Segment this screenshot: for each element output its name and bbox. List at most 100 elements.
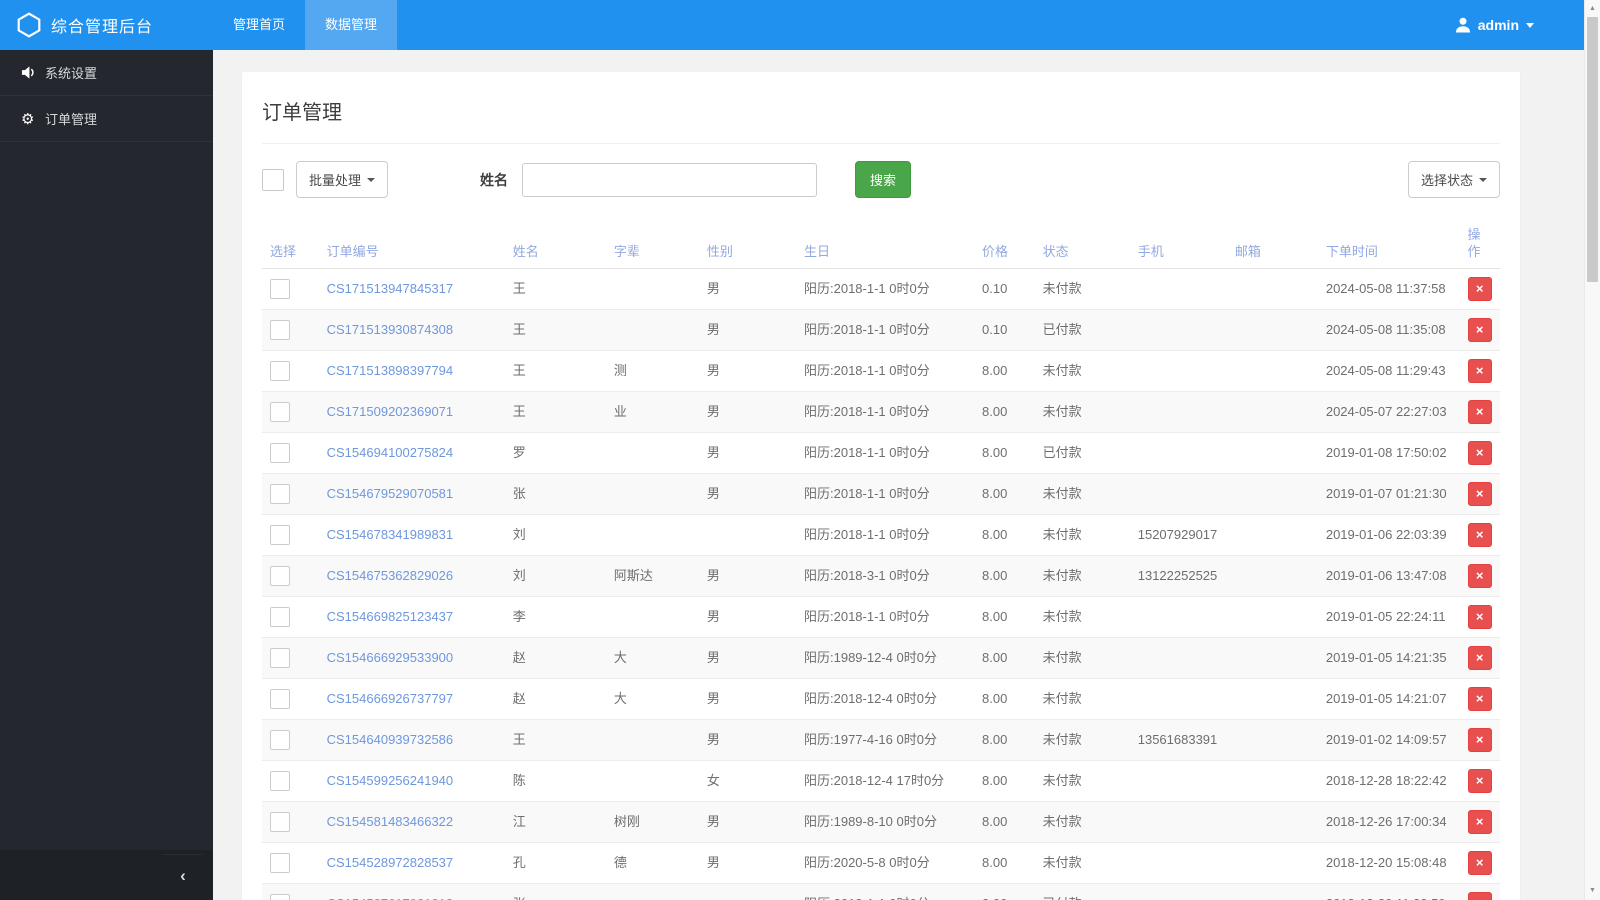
cell-phone xyxy=(1129,801,1227,843)
tab-data-management[interactable]: 数据管理 xyxy=(305,0,398,50)
cell-price: 8.00 xyxy=(974,473,1035,515)
delete-button[interactable]: × xyxy=(1467,277,1492,301)
vertical-scrollbar[interactable]: ▲ ▼ xyxy=(1584,0,1600,900)
row-checkbox[interactable] xyxy=(270,689,290,710)
delete-button[interactable]: × xyxy=(1467,646,1492,670)
cell-email xyxy=(1226,678,1318,720)
cell-op: × xyxy=(1459,842,1500,884)
row-checkbox[interactable] xyxy=(270,648,290,669)
cell-price: 8.00 xyxy=(974,432,1035,474)
row-checkbox[interactable] xyxy=(270,484,290,505)
order-number-link[interactable]: CS154694100275824 xyxy=(327,445,454,460)
cell-status: 未付款 xyxy=(1034,678,1130,720)
table-body: CS171513947845317 王男阳历:2018-1-1 0时0分 0.10 未… xyxy=(262,268,1500,900)
cell-time: 2018-12-28 18:22:42 xyxy=(1317,760,1460,802)
cell-status: 已付款 xyxy=(1034,309,1130,351)
delete-button[interactable]: × xyxy=(1467,728,1492,752)
cell-birthday: 阳历:2018-12-4 0时0分 xyxy=(796,678,974,720)
sidebar-collapse-button[interactable]: ‹ xyxy=(163,854,203,896)
delete-button[interactable]: × xyxy=(1467,318,1492,342)
cell-name: 王 xyxy=(504,719,606,761)
speaker-icon xyxy=(21,65,45,80)
cell-phone xyxy=(1129,678,1227,720)
person-icon xyxy=(1453,15,1473,35)
order-number-link[interactable]: CS154640939732586 xyxy=(327,732,454,747)
cell-select xyxy=(262,473,319,515)
order-number-link[interactable]: CS154528972828537 xyxy=(327,855,454,870)
order-number-link[interactable]: CS154666926737797 xyxy=(327,691,454,706)
row-checkbox[interactable] xyxy=(270,525,290,546)
row-checkbox[interactable] xyxy=(270,894,290,900)
delete-button[interactable]: × xyxy=(1467,851,1492,875)
delete-button[interactable]: × xyxy=(1467,523,1492,547)
column-header-time: 下单时间 xyxy=(1317,218,1460,269)
sidebar-item-order-management[interactable]: ⚙ 订单管理 xyxy=(0,96,213,142)
cell-price: 0.10 xyxy=(974,309,1035,351)
row-checkbox[interactable] xyxy=(270,853,290,874)
select-all-checkbox[interactable] xyxy=(262,168,284,191)
delete-button[interactable]: × xyxy=(1467,400,1492,424)
row-checkbox[interactable] xyxy=(270,730,290,751)
order-number-link[interactable]: CS171509202369071 xyxy=(327,404,454,419)
cell-order-no: CS154669825123437 xyxy=(318,596,505,638)
search-button[interactable]: 搜索 xyxy=(855,161,912,198)
batch-actions-dropdown[interactable]: 批量处理 xyxy=(296,161,389,198)
delete-button[interactable]: × xyxy=(1467,687,1492,711)
cell-op: × xyxy=(1459,596,1500,638)
sidebar-item-system-settings[interactable]: 系统设置 xyxy=(0,50,213,96)
row-checkbox[interactable] xyxy=(270,771,290,792)
row-checkbox[interactable] xyxy=(270,320,290,341)
order-number-link[interactable]: CS171513898397794 xyxy=(327,363,454,378)
delete-button[interactable]: × xyxy=(1467,482,1492,506)
row-checkbox[interactable] xyxy=(270,361,290,382)
scrollbar-thumb[interactable] xyxy=(1587,17,1598,282)
cell-name: 赵 xyxy=(504,678,606,720)
cell-order-no: CS171513930874308 xyxy=(318,309,505,351)
cell-name: 罗 xyxy=(504,432,606,474)
user-menu[interactable]: admin xyxy=(1453,0,1534,50)
order-number-link[interactable]: CS154669825123437 xyxy=(327,609,454,624)
cell-order-no: CS154527617921812 xyxy=(318,883,505,900)
delete-button[interactable]: × xyxy=(1467,441,1492,465)
app-window: 综合管理后台 管理首页 数据管理 admin 系统设置 ⚙ 订单管理 ‹ 订单管… xyxy=(0,0,1600,900)
order-number-link[interactable]: CS154679529070581 xyxy=(327,486,454,501)
search-button-label: 搜索 xyxy=(870,173,897,188)
row-checkbox[interactable] xyxy=(270,443,290,464)
scroll-up-arrow-icon[interactable]: ▲ xyxy=(1585,2,1600,16)
row-checkbox[interactable] xyxy=(270,812,290,833)
row-checkbox[interactable] xyxy=(270,607,290,628)
cell-time: 2018-12-20 15:08:48 xyxy=(1317,842,1460,884)
name-search-input[interactable] xyxy=(522,162,818,197)
order-number-link[interactable]: CS154599256241940 xyxy=(327,773,454,788)
delete-button[interactable]: × xyxy=(1467,810,1492,834)
order-number-link[interactable]: CS154675362829026 xyxy=(327,568,454,583)
cell-email xyxy=(1226,760,1318,802)
cell-zibei: 阿斯达 xyxy=(605,555,699,597)
row-checkbox[interactable] xyxy=(270,402,290,423)
delete-button[interactable]: × xyxy=(1467,769,1492,793)
cell-time: 2019-01-05 14:21:35 xyxy=(1317,637,1460,679)
order-number-link[interactable]: CS154527617921812 xyxy=(327,896,454,900)
order-number-link[interactable]: CS154678341989831 xyxy=(327,527,454,542)
delete-button[interactable]: × xyxy=(1467,605,1492,629)
cell-email xyxy=(1226,842,1318,884)
row-checkbox[interactable] xyxy=(270,566,290,587)
cell-select xyxy=(262,760,319,802)
status-filter-dropdown[interactable]: 选择状态 xyxy=(1407,161,1500,198)
tab-admin-home[interactable]: 管理首页 xyxy=(213,0,305,50)
scroll-down-arrow-icon[interactable]: ▼ xyxy=(1585,884,1600,898)
cell-zibei xyxy=(605,760,699,802)
order-number-link[interactable]: CS154581483466322 xyxy=(327,814,454,829)
delete-button[interactable]: × xyxy=(1467,564,1492,588)
cell-email xyxy=(1226,719,1318,761)
cell-phone xyxy=(1129,842,1227,884)
cell-phone: 15207929017 xyxy=(1129,514,1227,556)
order-number-link[interactable]: CS171513930874308 xyxy=(327,322,454,337)
order-number-link[interactable]: CS154666929533900 xyxy=(327,650,454,665)
table-row: CS154599256241940 陈 女阳历:2018-12-4 17时0分 8.0… xyxy=(262,760,1500,802)
cell-select xyxy=(262,555,319,597)
delete-button[interactable]: × xyxy=(1467,892,1492,900)
order-number-link[interactable]: CS171513947845317 xyxy=(327,281,454,296)
delete-button[interactable]: × xyxy=(1467,359,1492,383)
row-checkbox[interactable] xyxy=(270,279,290,300)
